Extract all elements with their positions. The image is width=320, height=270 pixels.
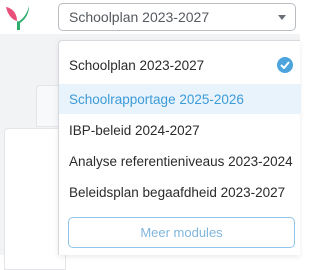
option-schoolrapportage-2025-2026[interactable]: Schoolrapportage 2025-2026: [59, 84, 301, 114]
option-ibp-beleid-2024-2027[interactable]: IBP-beleid 2024-2027: [59, 115, 301, 145]
option-analyse-referentieniveaus[interactable]: Analyse referentieniveaus 2023-2024: [59, 146, 301, 176]
chevron-down-icon: [278, 15, 286, 20]
background-panel: [4, 128, 66, 270]
module-dropdown: Schoolplan 2023-2027 Schoolrapportage 20…: [58, 40, 301, 255]
option-label: Analyse referentieniveaus 2023-2024: [69, 153, 293, 169]
module-select-value: Schoolplan 2023-2027: [69, 9, 210, 25]
option-schoolplan-2023-2027[interactable]: Schoolplan 2023-2027: [59, 50, 301, 80]
logo-leaf-icon[interactable]: [2, 4, 34, 32]
check-circle-icon: [277, 57, 293, 73]
option-label: Schoolrapportage 2025-2026: [69, 91, 244, 107]
module-select[interactable]: Schoolplan 2023-2027: [58, 3, 296, 31]
option-label: IBP-beleid 2024-2027: [69, 122, 200, 138]
option-beleidsplan-begaafdheid[interactable]: Beleidsplan begaafdheid 2023-2027: [59, 177, 301, 207]
more-modules-button[interactable]: Meer modules: [68, 217, 295, 248]
option-label: Schoolplan 2023-2027: [69, 57, 205, 73]
option-label: Beleidsplan begaafdheid 2023-2027: [69, 184, 286, 200]
